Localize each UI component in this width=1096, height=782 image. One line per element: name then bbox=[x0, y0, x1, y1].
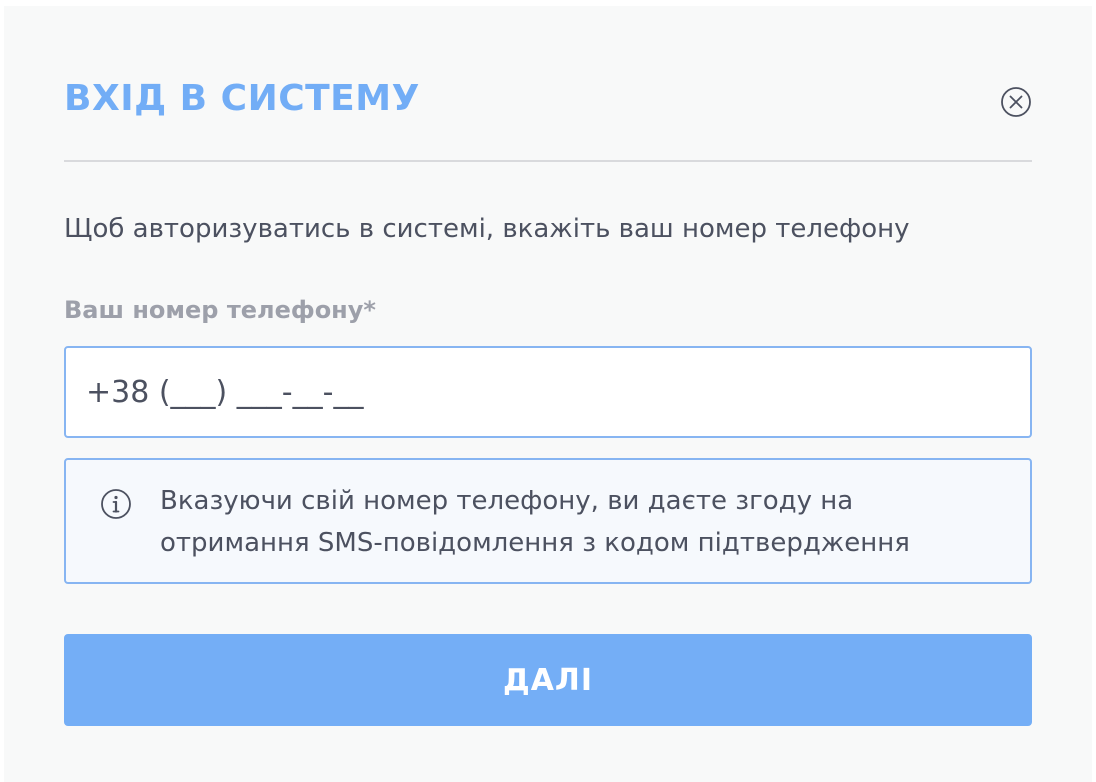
sms-consent-notice: Вказуючи свій номер телефону, ви даєте з… bbox=[64, 458, 1032, 584]
modal-title: ВХІД В СИСТЕМУ bbox=[64, 78, 420, 119]
phone-input[interactable] bbox=[64, 346, 1032, 438]
modal-header: ВХІД В СИСТЕМУ bbox=[64, 66, 1032, 162]
next-button[interactable]: ДАЛІ bbox=[64, 634, 1032, 726]
phone-field-label: Ваш номер телефону* bbox=[64, 296, 376, 324]
close-button[interactable] bbox=[1000, 86, 1032, 118]
intro-text: Щоб авторизуватись в системі, вкажіть ва… bbox=[64, 214, 910, 244]
notice-text: Вказуючи свій номер телефону, ви даєте з… bbox=[160, 486, 910, 558]
login-modal: ВХІД В СИСТЕМУ Щоб авторизуватись в сист… bbox=[4, 6, 1092, 782]
close-circle-icon bbox=[1001, 87, 1031, 117]
info-circle-icon bbox=[100, 488, 132, 520]
